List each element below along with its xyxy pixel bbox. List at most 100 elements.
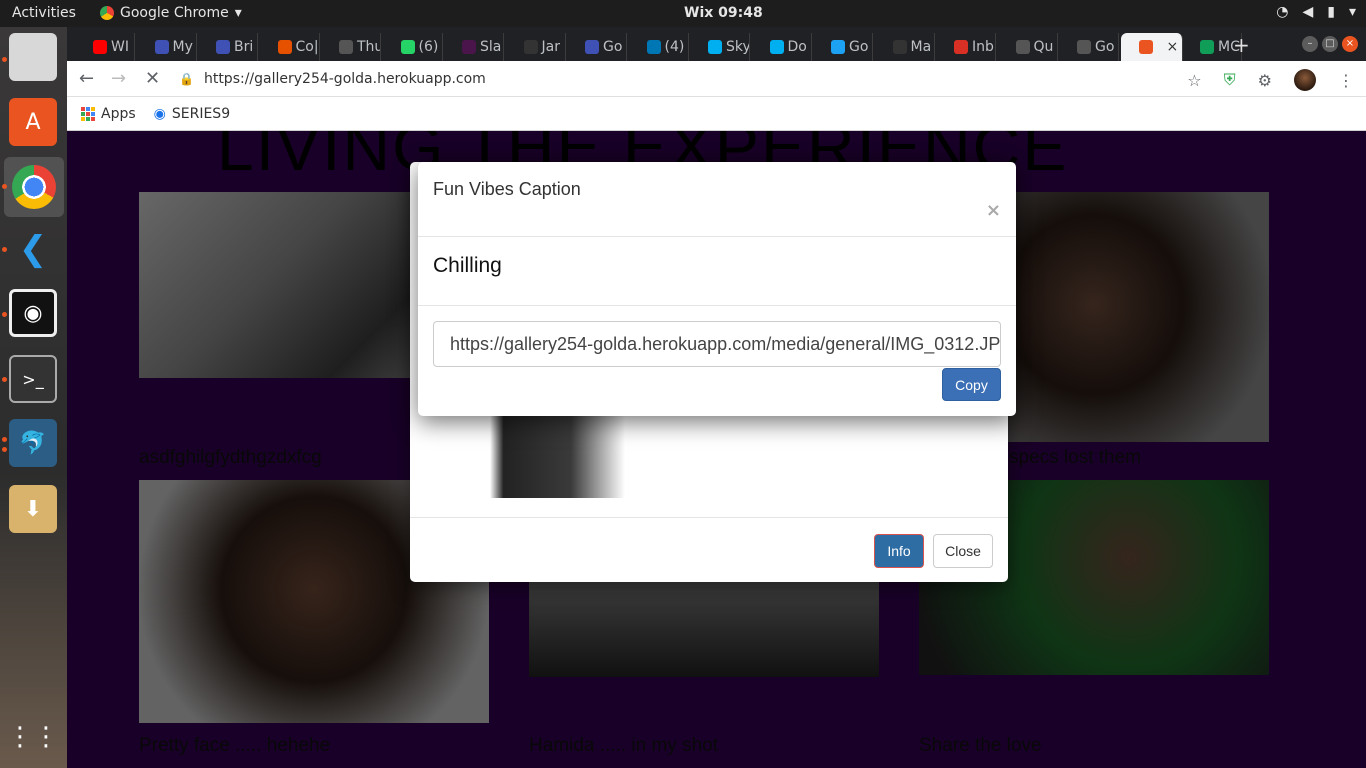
software-center-icon[interactable]: A — [9, 98, 57, 146]
extension-icon[interactable]: ⚙ — [1258, 71, 1272, 90]
browser-tab[interactable]: Bri — [198, 33, 258, 61]
tab-favicon-icon — [892, 40, 907, 54]
bookmark-series9[interactable]: ◉ SERIES9 — [154, 106, 230, 122]
tab-favicon-icon — [831, 40, 845, 54]
app-name-label: Google Chrome — [120, 5, 229, 21]
tab-label: Do — [787, 39, 807, 55]
menu-icon[interactable]: ⋮ — [1338, 71, 1354, 90]
browser-tab[interactable]: Co| — [260, 33, 320, 61]
clock[interactable]: Wix 09:48 — [684, 5, 763, 21]
tab-label: Bri — [234, 39, 254, 55]
browser-tab[interactable]: × — [1120, 33, 1183, 61]
tab-favicon-icon — [277, 40, 292, 54]
tab-favicon-icon — [400, 40, 415, 54]
browser-tab[interactable]: (4) — [629, 33, 689, 61]
tab-label: Qu — [1033, 39, 1054, 55]
tab-favicon-icon — [1200, 40, 1214, 54]
address-bar[interactable]: 🔒 https://gallery254-golda.herokuapp.com — [179, 65, 1199, 93]
vscode-icon[interactable]: ❮ — [9, 225, 57, 273]
modal-title: Fun Vibes Caption — [433, 179, 581, 199]
dock: A ❮ ◉ >_ 🐬 ⬇ ⋮⋮ — [0, 27, 67, 768]
tab-favicon-icon — [93, 40, 107, 54]
tab-favicon-icon — [1077, 40, 1091, 54]
minimize-button[interactable]: – — [1302, 36, 1318, 52]
close-tab-icon[interactable]: × — [1167, 39, 1179, 55]
browser-tab[interactable]: Qu — [998, 33, 1058, 61]
modal-image — [490, 412, 625, 498]
tab-favicon-icon — [523, 40, 538, 54]
copy-button[interactable]: Copy — [942, 368, 1001, 401]
divider — [418, 305, 1016, 306]
browser-tab[interactable]: Sla — [444, 33, 504, 61]
terminal-icon[interactable]: >_ — [9, 355, 57, 403]
forward-button[interactable]: → — [111, 68, 126, 89]
chevron-down-icon: ▾ — [1348, 4, 1356, 20]
maximize-button[interactable]: □ — [1322, 36, 1338, 52]
camera-icon[interactable]: ◉ — [9, 289, 57, 337]
tab-label: Go — [849, 39, 869, 55]
address-text[interactable]: https://gallery254-golda.herokuapp.com — [204, 71, 486, 87]
system-tray[interactable]: ◔ ◀ ▮ ▾ — [1276, 4, 1356, 20]
tab-label: WI — [111, 39, 129, 55]
files-icon[interactable] — [9, 33, 57, 81]
extension-shield-icon[interactable]: ⛨ — [1224, 70, 1236, 90]
bookmark-apps-label: Apps — [101, 105, 136, 122]
tab-label: Jar — [541, 39, 560, 55]
image-url-field[interactable]: https://gallery254-golda.herokuapp.com/m… — [433, 321, 1001, 367]
system-top-bar: Activities Google Chrome ▾ Wix 09:48 ◔ ◀… — [0, 0, 1366, 27]
back-button[interactable]: ← — [79, 68, 94, 89]
tab-favicon-icon — [154, 40, 169, 54]
tab-label: My — [172, 39, 193, 55]
close-icon[interactable]: × — [986, 200, 1001, 221]
tab-label: (6) — [418, 39, 439, 55]
bookmark-series9-label: SERIES9 — [171, 105, 231, 122]
running-indicator — [2, 57, 7, 62]
bookmark-star-icon[interactable]: ☆ — [1187, 71, 1201, 90]
tab-favicon-icon — [769, 40, 784, 54]
browser-tab[interactable]: Sky — [690, 33, 750, 61]
volume-icon: ◀ — [1302, 4, 1314, 20]
browser-tab[interactable]: Inb — [936, 33, 996, 61]
tab-favicon-icon — [954, 40, 968, 54]
tab-label: Go — [1095, 39, 1115, 55]
show-applications-icon[interactable]: ⋮⋮ — [7, 713, 59, 761]
chrome-dock-icon[interactable] — [4, 157, 64, 217]
browser-tab[interactable]: Go — [1059, 33, 1119, 61]
browser-tab[interactable]: Do — [752, 33, 812, 61]
browser-tab[interactable]: Jar — [506, 33, 566, 61]
tab-favicon-icon — [585, 40, 599, 54]
profile-avatar[interactable] — [1294, 69, 1316, 91]
mysql-workbench-icon[interactable]: 🐬 — [9, 419, 57, 467]
tab-label: Co| — [295, 39, 319, 55]
tab-label: Sky — [726, 39, 750, 55]
tab-favicon-icon — [708, 40, 722, 54]
tab-label: Sla — [480, 39, 502, 55]
stop-loading-button[interactable]: ✕ — [145, 68, 160, 89]
divider — [418, 236, 1016, 237]
app-menu[interactable]: Google Chrome ▾ — [100, 5, 242, 21]
new-tab-button[interactable]: + — [1233, 33, 1250, 57]
running-indicator — [2, 184, 7, 189]
running-indicator — [2, 312, 7, 317]
browser-tab[interactable]: My — [137, 33, 197, 61]
info-button[interactable]: Info — [874, 534, 924, 568]
browser-tab[interactable]: Thu — [321, 33, 381, 61]
browser-tab[interactable]: Go — [813, 33, 873, 61]
caption-modal: Fun Vibes Caption × Chilling https://gal… — [418, 162, 1016, 416]
browser-tab[interactable]: Ma — [875, 33, 935, 61]
close-button[interactable]: Close — [933, 534, 993, 568]
activities-button[interactable]: Activities — [12, 5, 76, 21]
tab-favicon-icon — [646, 40, 661, 54]
tab-label: Inb — [972, 39, 994, 55]
installer-icon[interactable]: ⬇ — [9, 485, 57, 533]
tab-favicon-icon — [462, 40, 476, 54]
browser-tab[interactable]: WI — [75, 33, 135, 61]
tab-favicon-icon — [1138, 40, 1153, 54]
tab-favicon-icon — [1015, 40, 1030, 54]
play-circle-icon: ◉ — [153, 105, 166, 122]
close-window-button[interactable]: × — [1342, 36, 1358, 52]
bookmark-apps[interactable]: Apps — [81, 106, 136, 122]
browser-tab[interactable]: (6) — [383, 33, 443, 61]
browser-tab[interactable]: Go — [567, 33, 627, 61]
tab-favicon-icon — [339, 40, 353, 54]
